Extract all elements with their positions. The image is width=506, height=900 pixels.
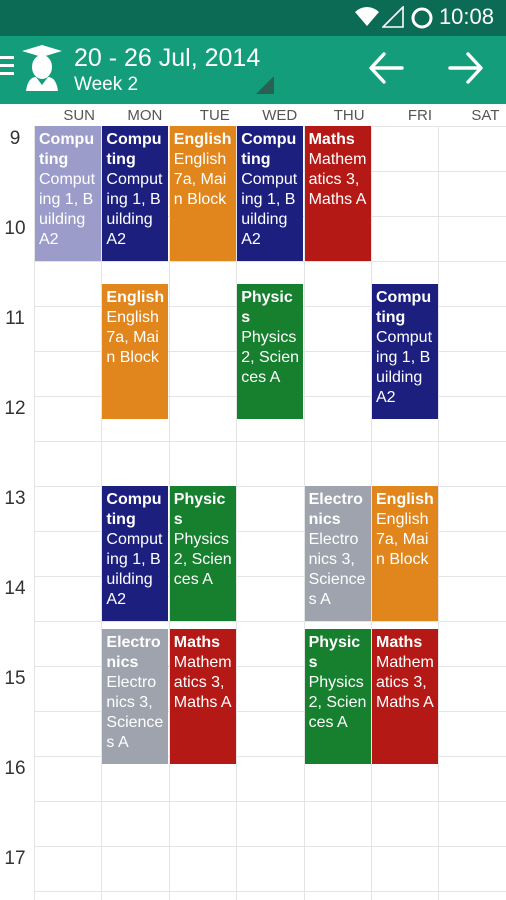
class-event-computing[interactable]: Computing Computing 1, Building A2 [35,126,101,261]
grid-line [34,891,506,892]
event-title: Electronics [106,633,161,671]
day-label-mon: MON [127,107,163,124]
event-title: Maths [308,131,355,148]
class-event-electronics[interactable]: Electronics Electronics 3, Sciences A [304,486,371,621]
status-time: 10:08 [438,4,494,29]
week-date-range[interactable]: 20 - 26 Jul, 2014 [74,44,260,73]
event-detail: Mathematics 3, Maths A [376,653,434,711]
grid-line [34,261,506,262]
event-detail: Mathematics 3, Maths A [173,653,232,711]
next-week-arrow-icon[interactable] [446,50,486,86]
class-event-computing[interactable]: Computing Computing 1, Building A2 [237,126,304,261]
event-title: Computing [39,131,95,168]
class-event-maths[interactable]: Maths Mathematics 3, Maths A [372,628,438,764]
signal-icon [382,6,404,28]
event-detail: Mathematics 3, Maths A [308,151,367,208]
day-label-thu: THU [333,107,365,124]
app-bar: 20 - 26 Jul, 2014 Week 2 [0,36,506,104]
hour-label: 9 [9,128,21,149]
event-detail: Electronics 3, Sciences A [106,673,164,751]
day-label-tue: TUE [199,107,230,124]
class-event-maths[interactable]: Maths Mathematics 3, Maths A [304,126,371,261]
class-event-english[interactable]: English English 7a, Main Block [102,283,169,419]
event-title: Computing [376,288,432,326]
column-divider [438,126,440,900]
event-detail: Computing 1, Building A2 [241,171,298,248]
hour-label: 16 [4,758,26,779]
class-event-english[interactable]: English English 7a, Main Block [372,486,438,621]
event-detail: English 7a, Main Block [173,151,227,208]
day-label-sat: SAT [471,107,500,124]
event-detail: Computing 1, Building A2 [106,171,163,248]
student-avatar-icon[interactable] [22,45,62,93]
status-bar: 10:08 [0,0,506,36]
day-label-sun: SUN [63,107,95,124]
hour-label: 13 [4,488,26,509]
class-event-english[interactable]: English English 7a, Main Block [169,126,236,261]
hour-label: 10 [4,218,26,239]
event-detail: English 7a, Main Block [106,308,159,366]
event-title: Computing [241,131,297,168]
event-detail: Computing 1, Building A2 [39,171,96,248]
class-event-computing[interactable]: Computing Computing 1, Building A2 [102,486,169,621]
event-title: Physics [241,288,293,326]
wifi-icon [355,7,379,26]
class-event-physics[interactable]: Physics Physics 2, Sciences A [169,486,236,621]
sync-icon [411,7,433,29]
grid-line [34,621,506,622]
class-event-electronics[interactable]: Electronics Electronics 3, Sciences A [102,628,169,764]
dropdown-corner-icon[interactable] [256,76,274,94]
event-detail: Physics 2, Sciences A [308,673,367,731]
hour-label: 11 [5,308,25,329]
grid-line [34,441,506,442]
event-detail: Electronics 3, Sciences A [308,531,366,608]
event-title: Computing [106,491,162,528]
event-title: Maths [376,633,423,651]
event-title: English [376,491,434,508]
class-event-computing[interactable]: Computing Computing 1, Building A2 [372,283,438,419]
event-title: English [106,288,165,306]
class-event-maths[interactable]: Maths Mathematics 3, Maths A [169,628,236,764]
hour-label: 14 [4,578,26,599]
class-event-physics[interactable]: Physics Physics 2, Sciences A [304,628,371,764]
previous-week-arrow-icon[interactable] [366,50,406,86]
hour-label: 12 [4,398,26,419]
event-detail: Physics 2, Sciences A [241,328,299,386]
hour-label: 17 [4,848,26,869]
grid-line [34,801,506,802]
event-title: Computing [106,131,162,168]
event-title: English [173,131,232,148]
event-title: Physics [173,491,226,528]
event-detail: Computing 1, Building A2 [376,328,433,406]
event-title: Physics [308,633,361,671]
class-event-physics[interactable]: Physics Physics 2, Sciences A [237,283,304,419]
event-detail: Computing 1, Building A2 [106,531,163,608]
event-title: Maths [173,633,221,651]
event-title: Electronics [308,491,363,528]
event-detail: Physics 2, Sciences A [173,531,232,588]
timetable-grid: 9 10 11 12 13 14 15 16 17 Computing Computing 1, B… [0,126,506,900]
event-detail: English 7a, Main Block [376,511,429,568]
day-label-fri: FRI [407,107,432,124]
week-number[interactable]: Week 2 [74,74,138,96]
menu-icon[interactable] [0,56,14,78]
day-header-row: SUN MON TUE WED THU FRI SAT [0,104,506,127]
hour-label: 15 [4,668,26,689]
class-event-computing[interactable]: Computing Computing 1, Building A2 [102,126,169,261]
grid-line [34,846,506,847]
day-label-wed: WED [262,107,298,124]
